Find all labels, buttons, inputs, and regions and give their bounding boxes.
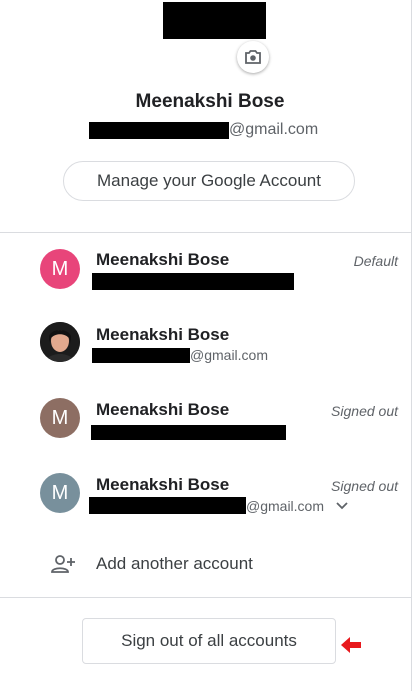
chevron-down-icon[interactable] — [336, 502, 348, 510]
account-email-suffix: @gmail.com — [246, 498, 325, 514]
redacted-email — [89, 497, 246, 514]
account-email-suffix: @gmail.com — [190, 347, 269, 363]
account-name: Meenakshi Bose — [96, 400, 230, 419]
add-account-label: Add another account — [96, 554, 253, 573]
red-arrow-icon — [341, 637, 361, 653]
divider — [0, 232, 412, 233]
account-name: Meenakshi Bose — [96, 475, 230, 494]
profile-photo-icon — [40, 322, 80, 362]
account-status: Default — [353, 253, 398, 269]
camera-icon — [245, 50, 261, 64]
avatar: M — [40, 249, 80, 289]
redacted-email — [91, 425, 286, 440]
account-name: Meenakshi Bose — [96, 250, 230, 269]
avatar: M — [40, 473, 80, 513]
profile-email-suffix: @gmail.com — [229, 121, 319, 138]
redacted-email — [92, 348, 190, 363]
account-name: Meenakshi Bose — [96, 325, 230, 344]
avatar — [40, 322, 80, 362]
sign-out-all-button[interactable]: Sign out of all accounts — [82, 618, 336, 664]
change-photo-button[interactable] — [237, 41, 269, 73]
account-switcher-panel: Meenakshi Bose @gmail.com Manage your Go… — [0, 0, 412, 691]
avatar: M — [40, 398, 80, 438]
manage-account-button[interactable]: Manage your Google Account — [63, 161, 355, 201]
divider — [0, 597, 412, 598]
profile-name: Meenakshi Bose — [135, 91, 285, 112]
redacted-email — [92, 273, 294, 290]
add-person-icon — [51, 555, 75, 573]
add-account-button[interactable]: Add another account — [0, 544, 412, 588]
account-status: Signed out — [331, 403, 398, 419]
redacted-profile-photo — [163, 2, 266, 39]
redacted-email — [89, 122, 229, 139]
account-status: Signed out — [331, 478, 398, 494]
